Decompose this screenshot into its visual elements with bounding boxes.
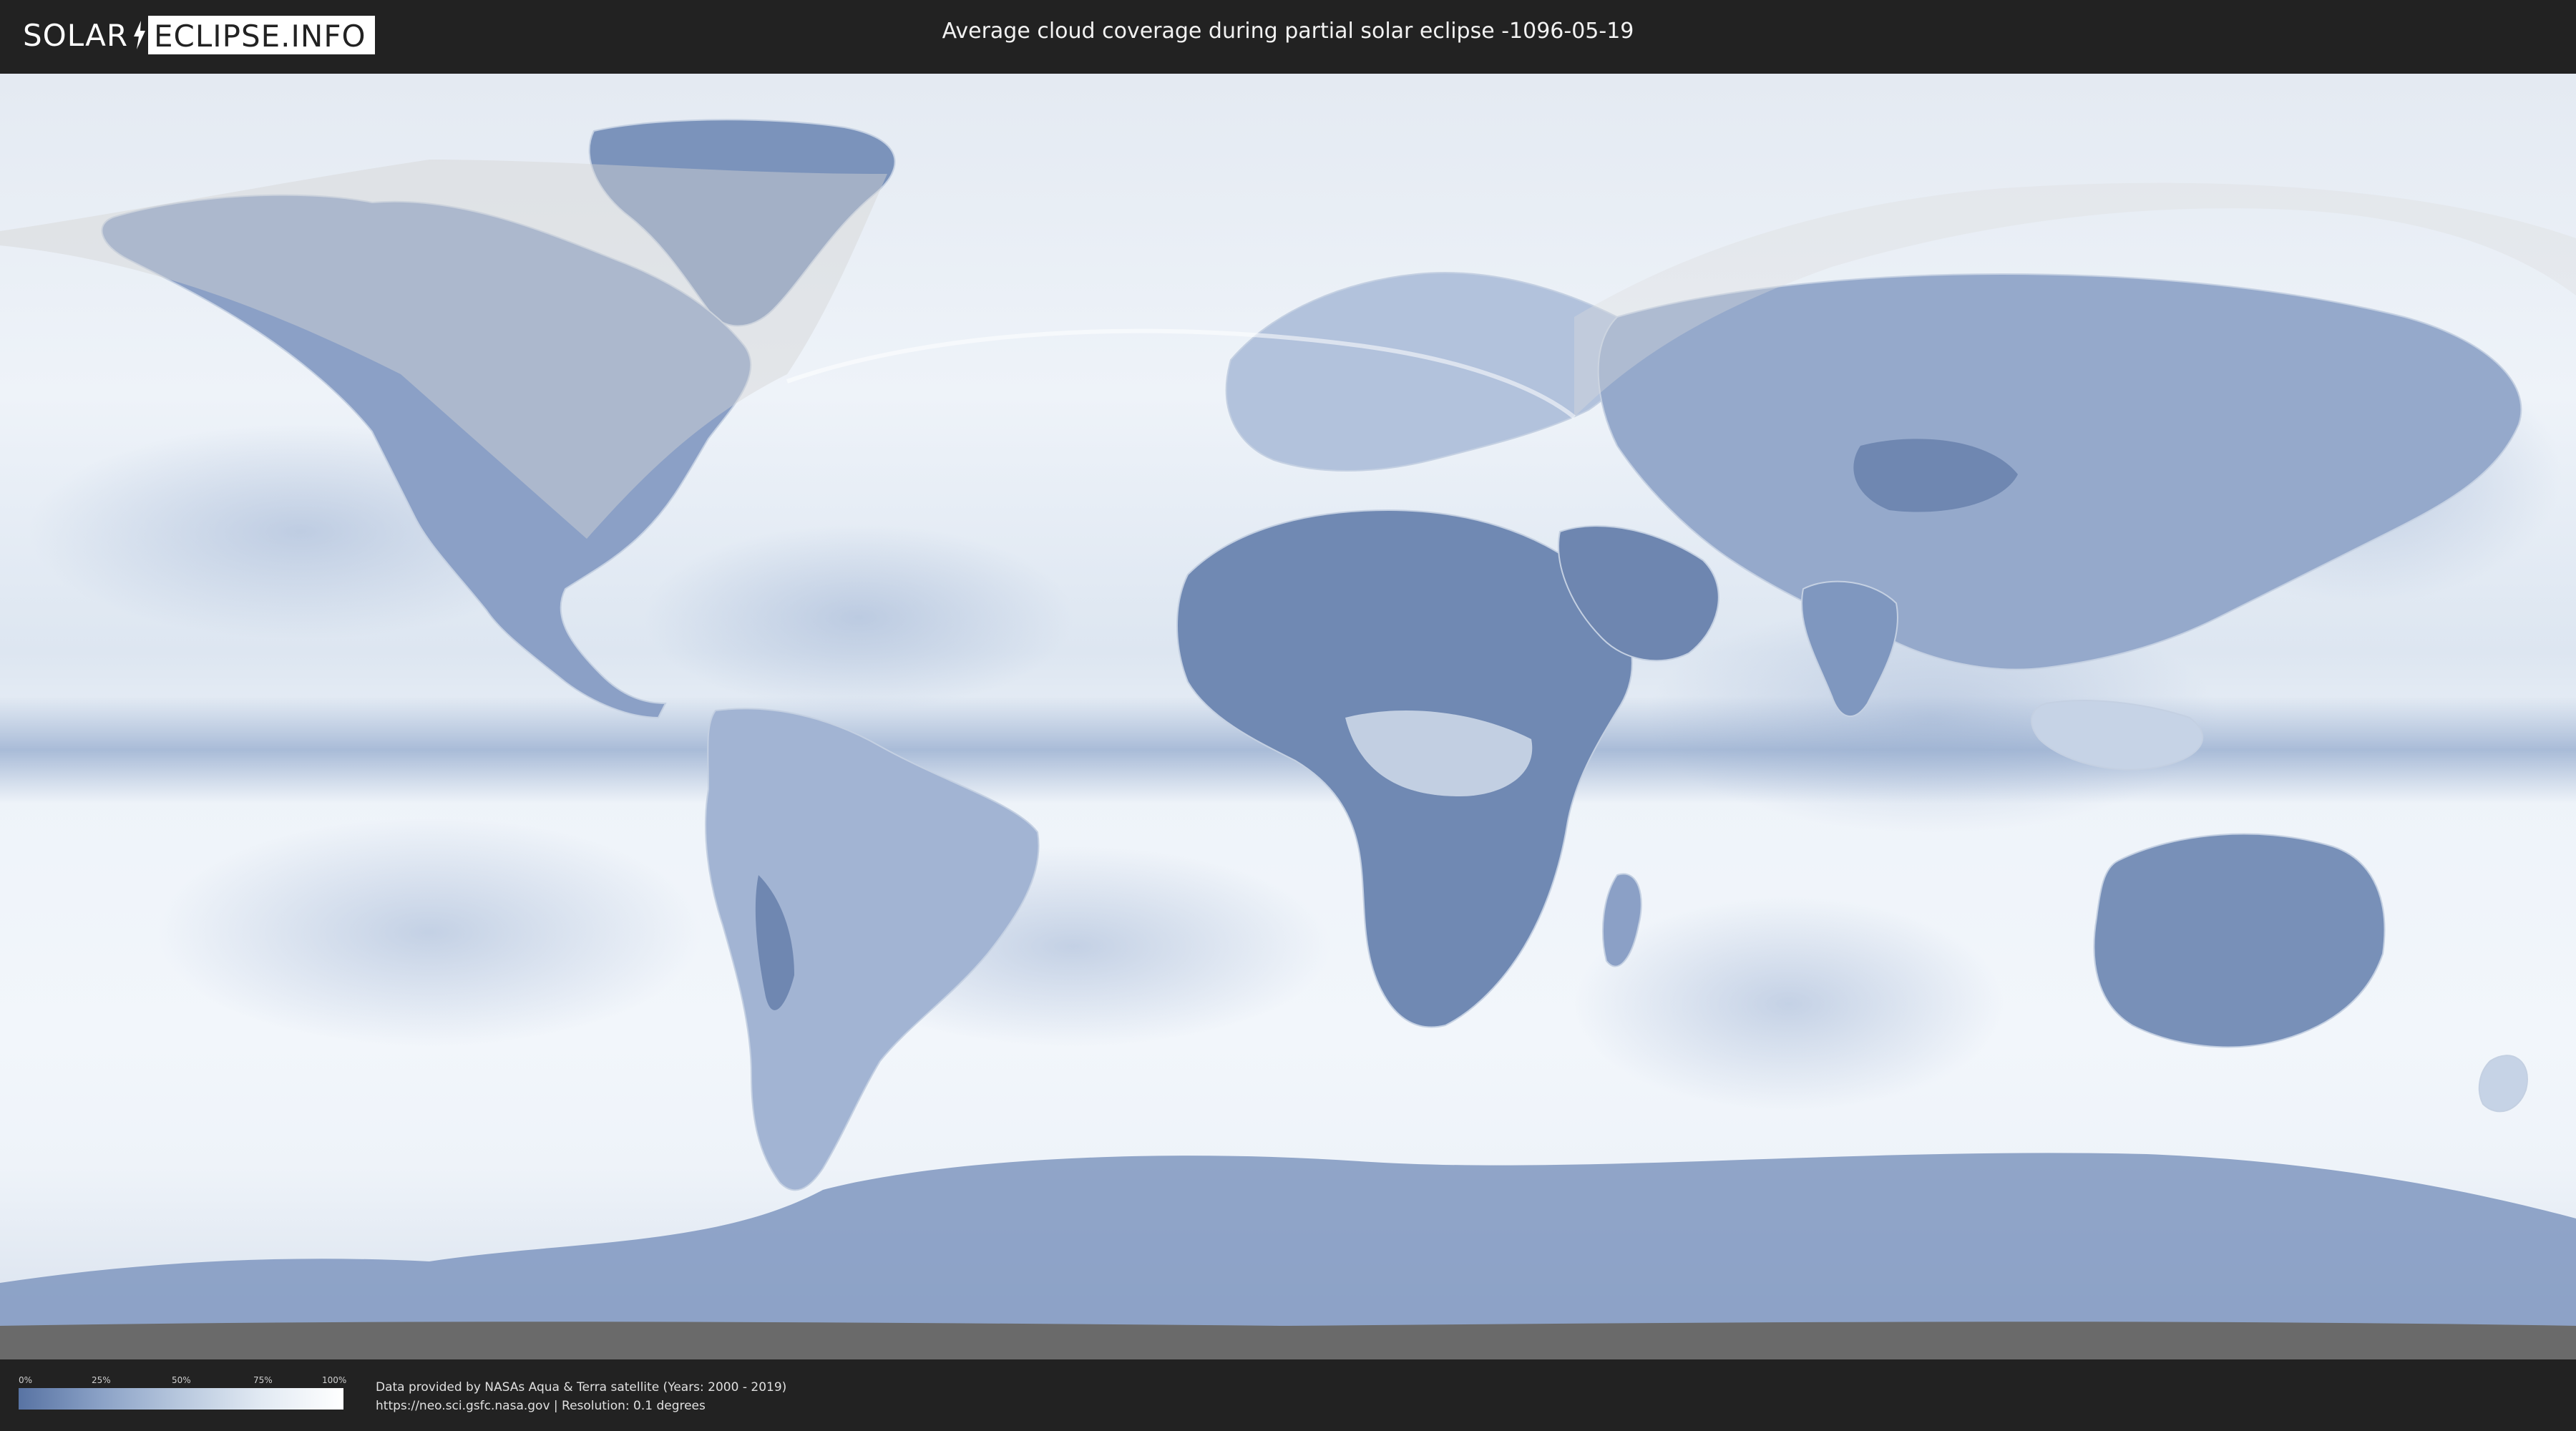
cloud-coverage-map[interactable] (0, 74, 2576, 1359)
header-bar: SOLAR ECLIPSE.INFO Average cloud coverag… (0, 0, 2576, 70)
cloud-patch (157, 818, 701, 1047)
legend-tick-100: 100% (322, 1375, 347, 1385)
cloud-coverage-legend: 0% 25% 50% 75% 100% (19, 1375, 347, 1410)
credit-line-source[interactable]: https://neo.sci.gsfc.nasa.gov | Resoluti… (376, 1397, 786, 1415)
cloud-patch (644, 524, 1073, 710)
data-credits: Data provided by NASAs Aqua & Terra sate… (376, 1378, 786, 1415)
legend-tick-0: 0% (19, 1375, 33, 1385)
cloud-patch (1574, 897, 2004, 1111)
page-title: Average cloud coverage during partial so… (942, 19, 1634, 44)
credit-line-provider: Data provided by NASAs Aqua & Terra sate… (376, 1380, 787, 1395)
legend-tick-50: 50% (172, 1375, 191, 1385)
legend-ticks: 0% 25% 50% 75% 100% (19, 1375, 347, 1388)
antarctica-edge (0, 1322, 2576, 1359)
world-map-svg (0, 74, 2576, 1359)
legend-color-bar (19, 1388, 343, 1410)
legend-tick-25: 25% (92, 1375, 111, 1385)
legend-tick-75: 75% (253, 1375, 273, 1385)
